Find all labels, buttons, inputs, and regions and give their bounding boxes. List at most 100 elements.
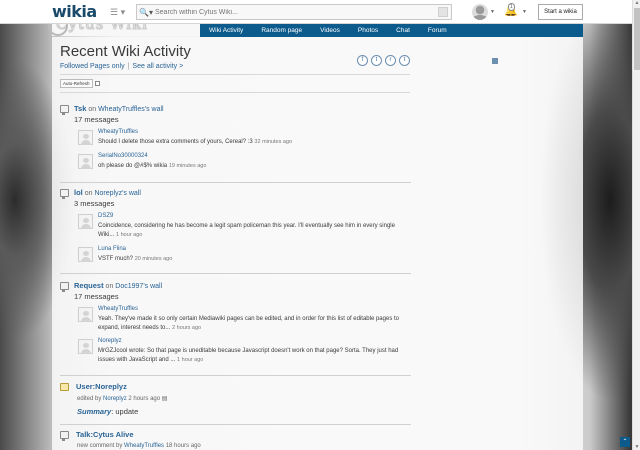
wall-link[interactable]: Doc1997's wall [115, 283, 162, 290]
edit-meta: edited by Noreplyz 2 hours ago ▤ [77, 395, 167, 402]
menu-icon[interactable]: ☰ ▾ [110, 6, 128, 18]
user-avatar-icon[interactable] [472, 4, 488, 20]
tab-random-page[interactable]: Random page [252, 24, 311, 37]
edit-summary: Summary: update [77, 407, 138, 416]
talk-bubble-icon [60, 282, 69, 292]
edit-pencil-icon [60, 383, 69, 391]
message-author[interactable]: WheatyTruffles [98, 306, 138, 312]
comment-meta: new comment by WheatyTruffles 18 hours a… [77, 443, 201, 449]
wall-link[interactable]: Noreplyz's wall [94, 190, 140, 197]
thread-title-link[interactable]: Request [74, 281, 104, 290]
avatar[interactable] [78, 214, 93, 229]
search-button[interactable] [438, 7, 448, 17]
message-text: VSTF much? 20 minutes ago [98, 255, 408, 264]
editor-link[interactable]: Noreplyz [103, 396, 127, 402]
activity-filter: Followed Pages only | See all activity > [60, 63, 183, 70]
edited-by-label: edited by [77, 396, 102, 402]
talk-bubble-icon [60, 105, 69, 115]
wall-link[interactable]: WheatyTruffles's wall [98, 106, 164, 113]
timestamp: 32 minutes ago [254, 139, 293, 145]
on-label: on [105, 283, 114, 290]
timestamp: 2 hours ago [172, 325, 202, 331]
message-author[interactable]: Luna Flina [98, 246, 126, 252]
page-link[interactable]: User:Noreplyz [76, 382, 127, 391]
search-icon[interactable]: 🔍▾ [137, 8, 155, 17]
tab-wiki-activity[interactable]: Wiki Activity [200, 24, 252, 37]
search-bar: 🔍▾ [136, 4, 452, 20]
timestamp: 2 hours ago [128, 396, 161, 402]
message-count: 17 messages [74, 115, 119, 124]
auto-refresh: Auto-Refresh [60, 79, 100, 88]
timestamp: 19 minutes ago [168, 163, 207, 169]
activity-item: lol on Noreplyz's wall 3 messages DSZ9 C… [60, 188, 411, 280]
message-text: oh please do @#$% wikia 19 minutes ago [98, 162, 408, 171]
activity-item: Tsk on WheatyTruffles's wall 17 messages… [60, 104, 411, 184]
message-body: Coincidence, considering he has become a… [98, 223, 395, 238]
message-text: Coincidence, considering he has become a… [98, 222, 408, 240]
scrollbar-thumb[interactable] [634, 8, 640, 70]
timestamp: 20 minutes ago [134, 256, 173, 262]
message-author[interactable]: Noreplyz [98, 338, 122, 344]
timestamp: 1 hour ago [116, 232, 143, 238]
scroll-down-icon[interactable]: ▼ [634, 444, 640, 450]
activity-item: User:Noreplyz edited by Noreplyz 2 hours… [60, 382, 411, 425]
tab-forum[interactable]: Forum [419, 24, 456, 37]
share-buttons: f t r t [357, 55, 410, 66]
message-text: Should I delete those extra comments of … [98, 138, 408, 147]
notifications-icon[interactable]: 🔔 1 [504, 3, 520, 20]
avatar[interactable] [78, 339, 93, 354]
right-rail [424, 86, 580, 446]
message-author[interactable]: WheatyTruffles [98, 129, 138, 135]
summary-value: : update [111, 407, 139, 416]
chevron-down-icon[interactable]: ▼ [522, 9, 527, 15]
comment-author-link[interactable]: WheatyTruffles [124, 443, 164, 449]
activity-title: User:Noreplyz [76, 382, 127, 391]
avatar[interactable] [78, 307, 93, 322]
notification-badge: 1 [508, 3, 515, 11]
scroll-up-icon[interactable]: ▲ [634, 0, 640, 6]
scrollbar[interactable]: ▲ ▼ [632, 0, 640, 450]
message-author[interactable]: DSZ9 [98, 213, 113, 219]
reddit-icon[interactable]: r [385, 55, 396, 66]
tab-chat[interactable]: Chat [387, 24, 419, 37]
timestamp: 18 hours ago [165, 443, 201, 449]
module-toggle-icon[interactable] [492, 58, 498, 64]
tumblr-icon[interactable]: t [399, 55, 410, 66]
avatar[interactable] [78, 154, 93, 169]
activity-title: lol on Noreplyz's wall [74, 188, 141, 197]
tab-photos[interactable]: Photos [349, 24, 387, 37]
message-count: 17 messages [74, 292, 119, 301]
diff-icon[interactable]: ▤ [162, 396, 168, 402]
facebook-icon[interactable]: f [357, 55, 368, 66]
see-all-activity-link[interactable]: See all activity > [132, 63, 183, 70]
thread-title-link[interactable]: lol [74, 188, 83, 197]
avatar[interactable] [78, 247, 93, 262]
message-body: VSTF much? [98, 256, 134, 262]
message-text: Yeah. They've made it so only certain Me… [98, 315, 408, 333]
followed-pages-link[interactable]: Followed Pages only [60, 63, 125, 70]
divider [60, 375, 411, 376]
wikia-logo[interactable]: wikia [52, 2, 97, 21]
global-nav: wikia ☰ ▾ 🔍▾ ▼ 🔔1 ▼ Start a wikia [0, 0, 632, 24]
message-body: MrGZJcool wrote: So that page is unedita… [98, 348, 399, 363]
divider: | [127, 63, 130, 70]
comment-prefix: new comment by [77, 443, 123, 449]
start-wikia-button[interactable]: Start a wikia [538, 4, 583, 20]
page-link[interactable]: Talk:Cytus Alive [76, 430, 134, 439]
activity-title: Request on Doc1997's wall [74, 281, 162, 290]
tab-videos[interactable]: Videos [311, 24, 349, 37]
summary-label: Summary [77, 407, 112, 416]
talk-bubble-icon [60, 189, 69, 199]
search-input[interactable] [155, 5, 438, 19]
talk-bubble-icon [60, 431, 69, 441]
auto-refresh-label: Auto-Refresh [60, 79, 93, 88]
avatar[interactable] [78, 130, 93, 145]
chevron-down-icon[interactable]: ▼ [490, 9, 495, 15]
back-to-top-button[interactable]: ⌃ [620, 437, 630, 447]
auto-refresh-checkbox[interactable] [94, 81, 100, 86]
on-label: on [88, 106, 97, 113]
thread-title-link[interactable]: Tsk [74, 104, 86, 113]
message-author[interactable]: SerialNo30000324 [98, 153, 148, 159]
twitter-icon[interactable]: t [371, 55, 382, 66]
message-body: oh please do @#$% wikia [98, 163, 168, 169]
